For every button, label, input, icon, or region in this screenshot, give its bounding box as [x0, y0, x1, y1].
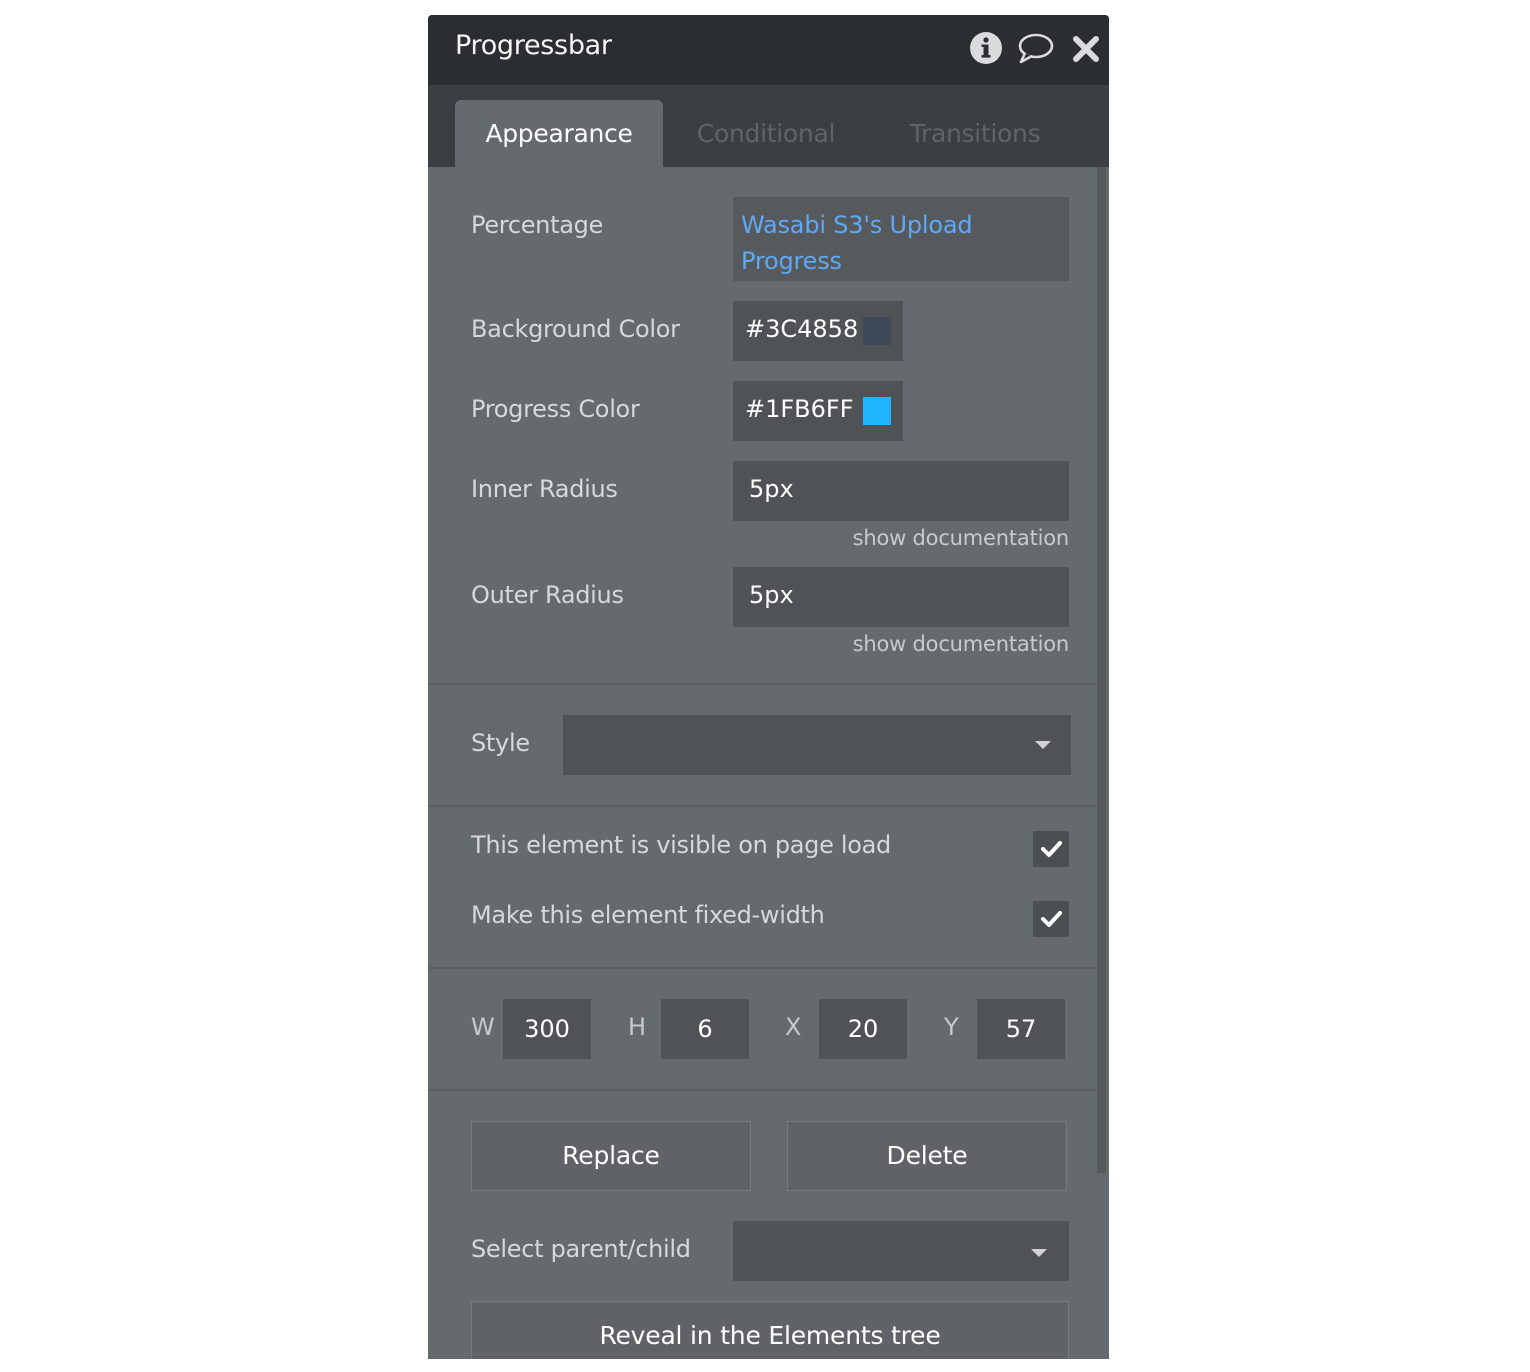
tab-transitions[interactable]: Transitions	[888, 100, 1062, 167]
section-divider	[428, 805, 1097, 807]
x-input[interactable]: 20	[819, 999, 907, 1059]
tab-bar: Appearance Conditional Transitions	[428, 85, 1109, 167]
chevron-down-icon	[1035, 741, 1051, 749]
y-input[interactable]: 57	[977, 999, 1065, 1059]
inner-radius-value: 5px	[749, 475, 794, 503]
check-icon	[1041, 911, 1062, 927]
y-label: Y	[944, 1013, 959, 1041]
panel-titlebar[interactable]: Progressbar	[428, 15, 1109, 85]
section-divider	[428, 967, 1097, 969]
visible-on-page-load-checkbox[interactable]	[1033, 831, 1069, 867]
width-label: W	[471, 1013, 495, 1041]
height-input[interactable]: 6	[661, 999, 749, 1059]
close-icon[interactable]	[1068, 29, 1104, 67]
visible-on-page-load-label: This element is visible on page load	[471, 831, 891, 859]
panel-scrollbar[interactable]	[1097, 167, 1106, 1173]
background-color-swatch[interactable]	[863, 317, 891, 345]
panel-title: Progressbar	[455, 30, 612, 61]
inner-radius-label: Inner Radius	[471, 475, 618, 503]
select-parent-child-dropdown[interactable]	[733, 1221, 1069, 1281]
x-label: X	[785, 1013, 802, 1041]
delete-button[interactable]: Delete	[787, 1121, 1067, 1191]
percentage-value-line-2: Progress	[741, 247, 842, 275]
outer-radius-show-documentation-link[interactable]: show documentation	[853, 632, 1070, 656]
progress-color-swatch[interactable]	[863, 397, 891, 425]
chevron-down-icon	[1031, 1249, 1047, 1257]
outer-radius-input[interactable]: 5px	[733, 567, 1069, 627]
inner-radius-input[interactable]: 5px	[733, 461, 1069, 521]
tab-appearance[interactable]: Appearance	[455, 100, 663, 167]
section-divider	[428, 683, 1097, 685]
progress-color-label: Progress Color	[471, 395, 640, 423]
style-dropdown[interactable]	[563, 715, 1071, 775]
info-icon[interactable]	[967, 29, 1005, 67]
outer-radius-label: Outer Radius	[471, 581, 624, 609]
height-label: H	[628, 1013, 647, 1041]
progress-color-picker[interactable]: #1FB6FF	[733, 381, 903, 441]
select-parent-child-label: Select parent/child	[471, 1235, 691, 1263]
width-input[interactable]: 300	[503, 999, 591, 1059]
fixed-width-checkbox[interactable]	[1033, 901, 1069, 937]
property-editor-panel: Progressbar Appearance Conditional Trans…	[428, 15, 1109, 1359]
percentage-value-line-1: Wasabi S3's Upload	[741, 211, 973, 239]
background-color-picker[interactable]: #3C4858	[733, 301, 903, 361]
background-color-hex: #3C4858	[745, 315, 859, 343]
tab-conditional[interactable]: Conditional	[678, 100, 854, 167]
inner-radius-show-documentation-link[interactable]: show documentation	[853, 526, 1070, 550]
background-color-label: Background Color	[471, 315, 680, 343]
section-divider	[428, 1089, 1097, 1091]
percentage-dynamic-value[interactable]: Wasabi S3's Upload Progress	[733, 197, 1069, 281]
comment-icon[interactable]	[1016, 29, 1056, 67]
progress-color-hex: #1FB6FF	[745, 395, 854, 423]
reveal-in-elements-tree-button[interactable]: Reveal in the Elements tree	[471, 1301, 1069, 1359]
check-icon	[1041, 841, 1062, 857]
style-label: Style	[471, 729, 530, 757]
fixed-width-label: Make this element fixed-width	[471, 901, 825, 929]
percentage-label: Percentage	[471, 211, 604, 239]
replace-button[interactable]: Replace	[471, 1121, 751, 1191]
outer-radius-value: 5px	[749, 581, 794, 609]
